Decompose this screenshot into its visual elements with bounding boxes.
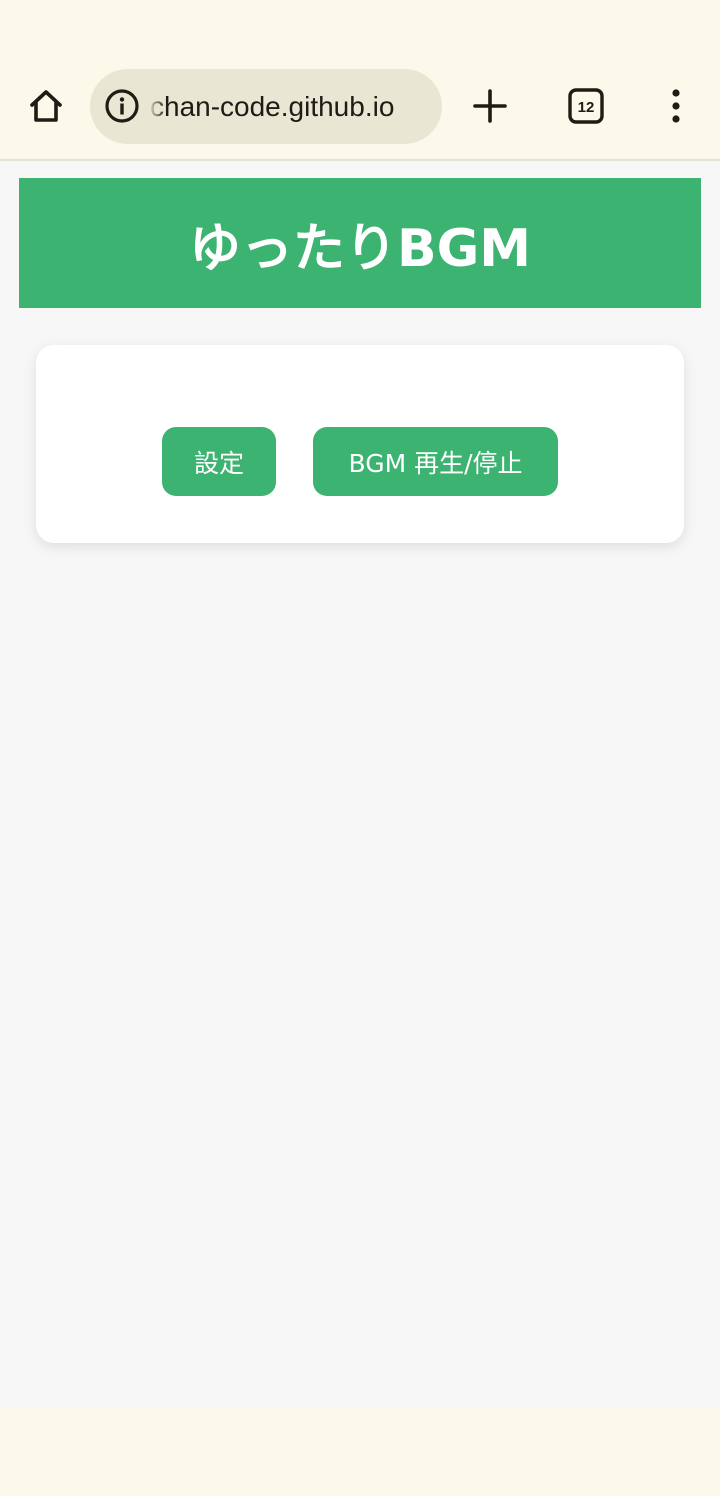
page-title: ゆったりBGM xyxy=(188,218,532,279)
status-bar xyxy=(0,0,720,56)
more-vert-icon xyxy=(672,89,680,123)
settings-button[interactable]: 設定 xyxy=(162,427,276,496)
info-icon[interactable] xyxy=(102,86,142,126)
tab-switcher-button[interactable]: 12 xyxy=(558,78,614,134)
address-bar[interactable]: chan-code.github.io xyxy=(90,69,442,144)
plus-icon xyxy=(473,89,507,123)
tabs-icon: 12 xyxy=(568,88,604,124)
url-fade xyxy=(148,69,166,144)
page-header: ゆったりBGM xyxy=(19,178,701,308)
navigation-bar xyxy=(0,1408,720,1496)
bgm-toggle-button[interactable]: BGM 再生/停止 xyxy=(313,427,558,496)
menu-button[interactable] xyxy=(648,78,704,134)
new-tab-button[interactable] xyxy=(462,78,518,134)
tab-count: 12 xyxy=(578,99,595,116)
controls-card: 設定 BGM 再生/停止 xyxy=(36,345,684,543)
browser-toolbar: chan-code.github.io 12 xyxy=(0,56,720,161)
url-text[interactable]: chan-code.github.io xyxy=(150,69,434,144)
home-button[interactable] xyxy=(18,78,74,134)
home-icon xyxy=(30,90,62,122)
